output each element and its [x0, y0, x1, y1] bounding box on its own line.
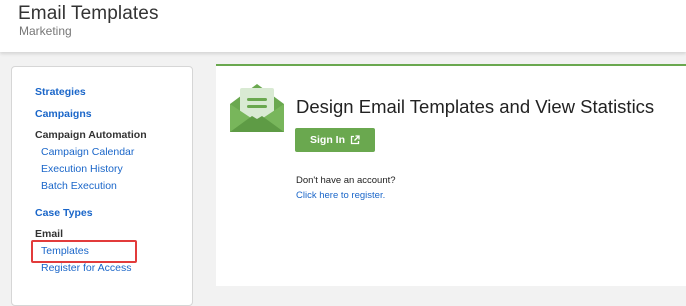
sidebar-heading-campaign-automation: Campaign Automation: [35, 129, 147, 141]
sidebar-item-register-for-access[interactable]: Register for Access: [41, 262, 131, 274]
sidebar-link-strategies[interactable]: Strategies: [35, 86, 86, 98]
page-subtitle: Marketing: [19, 24, 72, 38]
envelope-icon: [228, 78, 286, 136]
sidebar-nav: Strategies Campaigns Campaign Automation…: [11, 66, 193, 306]
sign-in-label: Sign In: [310, 134, 345, 146]
page-header: Email Templates Marketing: [0, 0, 686, 52]
sidebar-item-batch-execution[interactable]: Batch Execution: [41, 180, 117, 192]
register-link[interactable]: Click here to register.: [296, 190, 385, 201]
main-panel: Design Email Templates and View Statisti…: [216, 64, 686, 286]
no-account-text: Don't have an account?: [296, 175, 396, 186]
page-title: Email Templates: [18, 3, 159, 24]
sidebar-item-campaign-calendar[interactable]: Campaign Calendar: [41, 146, 134, 158]
sidebar-link-campaigns[interactable]: Campaigns: [35, 108, 92, 120]
sidebar-item-execution-history[interactable]: Execution History: [41, 163, 123, 175]
main-heading: Design Email Templates and View Statisti…: [296, 96, 655, 117]
sidebar-heading-email: Email: [35, 228, 64, 240]
sign-in-button[interactable]: Sign In: [295, 128, 375, 152]
external-link-icon: [350, 135, 360, 145]
sidebar-link-case-types[interactable]: Case Types: [35, 207, 93, 219]
sidebar-item-templates[interactable]: Templates: [41, 245, 89, 257]
